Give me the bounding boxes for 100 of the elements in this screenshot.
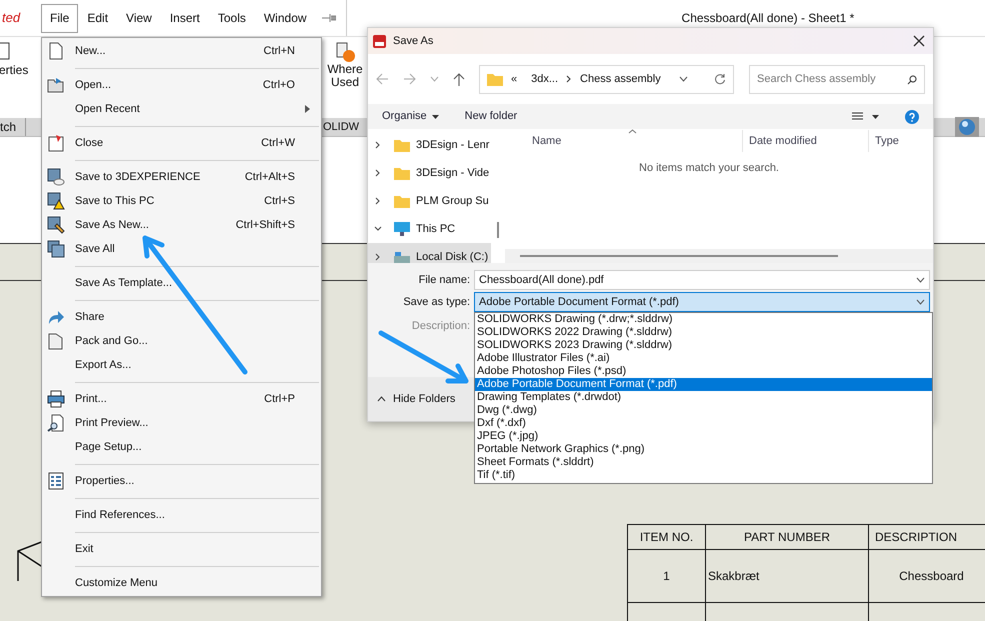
menu-tab[interactable]: Tools xyxy=(208,4,255,32)
folder-icon xyxy=(394,166,410,180)
column-header[interactable]: Type xyxy=(869,130,899,152)
save-type-dropdown[interactable]: Adobe Portable Document Format (*.pdf) xyxy=(474,292,930,312)
chevron-right-icon[interactable] xyxy=(374,253,382,261)
drive-icon xyxy=(394,250,410,263)
list-option[interactable]: Adobe Photoshop Files (*.psd) xyxy=(475,365,932,378)
menu-item[interactable]: Pack and Go... xyxy=(42,329,321,353)
help-icon[interactable] xyxy=(905,110,919,124)
file-name-field[interactable]: Chessboard(All done).pdf xyxy=(474,270,930,290)
open-folder-icon xyxy=(47,76,65,94)
list-option[interactable]: Dxf (*.dxf) xyxy=(475,417,932,430)
menu-item[interactable]: Share xyxy=(42,305,321,329)
address-bar[interactable]: « 3dx... Chess assembly xyxy=(479,64,734,94)
column-header[interactable]: Date modified xyxy=(743,130,869,152)
list-option[interactable]: Tif (*.tif) xyxy=(475,469,932,482)
tree-item[interactable]: This PC xyxy=(368,215,491,243)
menu-item[interactable]: Open... Ctrl+O xyxy=(42,73,321,97)
menu-tab[interactable]: File xyxy=(41,4,78,32)
menu-item[interactable]: Properties... xyxy=(42,469,321,493)
table-cell: Skakbræt xyxy=(706,550,869,603)
list-option[interactable]: Adobe Illustrator Files (*.ai) xyxy=(475,352,932,365)
floppy-pencil-icon xyxy=(47,216,65,234)
breadcrumb-item[interactable]: Chess assembly xyxy=(580,70,661,88)
empty-message: No items match your search. xyxy=(638,161,780,176)
pin-icon[interactable] xyxy=(322,13,336,23)
refresh-icon[interactable] xyxy=(714,73,726,85)
column-header: PART NUMBER xyxy=(706,525,869,550)
menu-item[interactable]: Customize Menu xyxy=(42,571,321,595)
tab[interactable]: tch xyxy=(0,118,26,136)
share-arrow-icon xyxy=(47,308,65,326)
menu-item[interactable]: Page Setup... xyxy=(42,435,321,459)
menu-item[interactable]: Save All xyxy=(42,237,321,261)
sort-caret-icon xyxy=(628,129,637,134)
column-header[interactable]: Name xyxy=(505,130,743,152)
column-header: ITEM NO. xyxy=(628,525,706,550)
close-document-icon xyxy=(47,134,65,152)
toolbar-label[interactable]: Where Used xyxy=(325,63,365,89)
list-option[interactable]: Sheet Formats (*.slddrt) xyxy=(475,456,932,469)
list-option[interactable]: Dwg (*.dwg) xyxy=(475,404,932,417)
chevron-right-icon[interactable] xyxy=(374,197,382,205)
breadcrumb-item[interactable]: 3dx... xyxy=(531,70,558,88)
chevron-right-icon[interactable] xyxy=(374,169,382,177)
menu-tab[interactable]: Window xyxy=(254,4,316,32)
list-option[interactable]: SOLIDWORKS 2023 Drawing (*.slddrw) xyxy=(475,339,932,352)
tree-item[interactable]: 3DEsign - Vide xyxy=(368,159,491,187)
menu-item[interactable]: Save to 3DEXPERIENCE Ctrl+Alt+S xyxy=(42,165,321,189)
list-option[interactable]: SOLIDWORKS Drawing (*.drw;*.slddrw) xyxy=(475,313,932,326)
menu-item[interactable]: Print... Ctrl+P xyxy=(42,387,321,411)
close-icon[interactable] xyxy=(913,35,925,47)
tree-item[interactable]: 3DEsign - Lenr xyxy=(368,131,491,159)
monitor-icon xyxy=(394,222,410,236)
folder-icon xyxy=(487,72,503,86)
floppy-cloud-icon xyxy=(47,168,65,186)
window-title: Chessboard(All done) - Sheet1 * xyxy=(682,10,854,27)
list-option[interactable]: Drawing Templates (*.drwdot) xyxy=(475,391,932,404)
printer-icon xyxy=(47,390,65,408)
chevron-down-icon[interactable] xyxy=(679,76,688,82)
submenu-arrow-icon xyxy=(305,105,310,113)
list-icon xyxy=(47,472,65,490)
table-cell: 1 xyxy=(628,550,706,603)
menu-item[interactable]: Find References... xyxy=(42,503,321,527)
menu-item[interactable]: Close Ctrl+W xyxy=(42,131,321,155)
field-label: File name: xyxy=(418,272,471,288)
breadcrumb-overflow[interactable]: « xyxy=(511,70,518,88)
menu-tab[interactable]: Edit xyxy=(78,4,118,32)
chevron-up-icon xyxy=(377,396,386,402)
tree-item[interactable]: Local Disk (C:) xyxy=(368,243,491,263)
chevron-down-icon[interactable] xyxy=(916,299,925,305)
hide-folders-button[interactable]: Hide Folders xyxy=(377,390,456,408)
up-arrow-icon[interactable] xyxy=(453,72,465,86)
chevron-down-icon[interactable] xyxy=(916,277,925,283)
menu-item[interactable]: New... Ctrl+N xyxy=(42,39,321,63)
list-option[interactable]: JPEG (*.jpg) xyxy=(475,430,932,443)
folder-icon xyxy=(47,332,65,350)
search-field[interactable]: Search Chess assembly xyxy=(749,64,925,94)
search-icon[interactable] xyxy=(907,74,917,84)
menu-item[interactable]: Export As... xyxy=(42,353,321,377)
menu-item[interactable]: Print Preview... xyxy=(42,411,321,435)
floppies-icon xyxy=(47,240,65,258)
menu-item[interactable]: Save As New... Ctrl+Shift+S xyxy=(42,213,321,237)
menu-item[interactable]: Save As Template... xyxy=(42,271,321,295)
organise-button[interactable]: Organise xyxy=(382,108,439,125)
view-list-icon[interactable] xyxy=(852,112,863,121)
menu-item[interactable]: Open Recent xyxy=(42,97,321,121)
new-folder-button[interactable]: New folder xyxy=(464,108,518,125)
tree-item[interactable]: PLM Group Su xyxy=(368,187,491,215)
magnifier-page-icon xyxy=(47,414,65,432)
menu-item[interactable]: Save to This PC Ctrl+S xyxy=(42,189,321,213)
list-option[interactable]: Adobe Portable Document Format (*.pdf) xyxy=(475,378,932,391)
menu-tab[interactable]: View xyxy=(117,4,161,32)
menu-item[interactable]: Exit xyxy=(42,537,321,561)
page-icon xyxy=(47,42,65,60)
menu-tab[interactable]: Insert xyxy=(160,4,209,32)
app-logo-icon xyxy=(372,34,387,48)
chevron-right-icon[interactable] xyxy=(374,141,382,149)
list-option[interactable]: Portable Network Graphics (*.png) xyxy=(475,443,932,456)
chevron-down-icon[interactable] xyxy=(374,225,382,233)
floppy-warning-icon xyxy=(47,192,65,210)
list-option[interactable]: SOLIDWORKS 2022 Drawing (*.slddrw) xyxy=(475,326,932,339)
